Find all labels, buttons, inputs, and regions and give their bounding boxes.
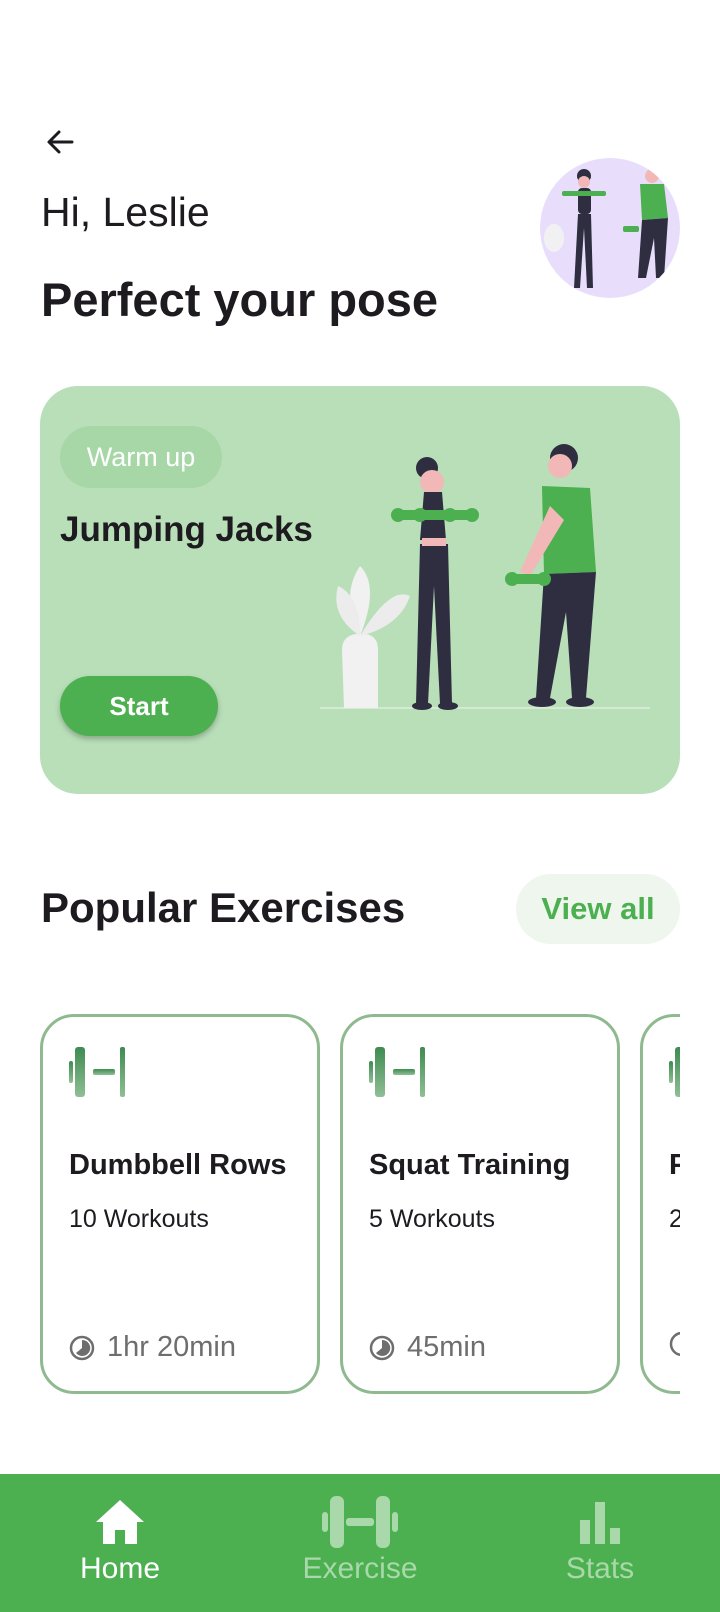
clock-icon — [69, 1335, 95, 1360]
popular-exercises-title: Popular Exercises — [41, 884, 406, 931]
exercise-card-squat-training[interactable]: Squat Training 5 Workouts 45min — [340, 1014, 620, 1394]
nav-item-stats[interactable]: Stats — [480, 1474, 720, 1612]
exercise-card-list[interactable]: Dumbbell Rows 10 Workouts 1hr 20min Squa… — [40, 1014, 680, 1396]
duration: 45min — [369, 1331, 486, 1364]
avatar-illustration — [544, 169, 668, 288]
exercise-name: Dumbbell Rows — [69, 1149, 287, 1181]
home-icon — [96, 1500, 144, 1544]
avatar[interactable] — [540, 158, 680, 298]
warmup-card[interactable]: Warm up Jumping Jacks Start — [40, 386, 680, 794]
bottom-navigation: Home Exercise Stats — [0, 1474, 720, 1612]
exercise-name: Squat Training — [369, 1149, 571, 1181]
clock-icon — [669, 1331, 680, 1357]
exercise-card-partial[interactable]: P 2 — [640, 1014, 680, 1394]
duration: 1hr 20min — [69, 1331, 236, 1364]
back-button[interactable] — [36, 118, 84, 166]
dumbbell-icon — [322, 1496, 398, 1548]
arrow-left-icon — [47, 130, 74, 154]
nav-label-exercise: Exercise — [302, 1552, 418, 1585]
dumbbell-icon — [669, 1047, 680, 1097]
duration — [669, 1331, 680, 1357]
exercise-name: P — [669, 1149, 680, 1181]
duration-text: 1hr 20min — [107, 1331, 236, 1363]
workout-illustration — [320, 444, 650, 710]
clock-icon — [369, 1335, 395, 1360]
warmup-chip: Warm up — [60, 426, 222, 488]
dumbbell-icon — [369, 1047, 425, 1097]
bar-chart-icon — [580, 1502, 620, 1544]
nav-label-home: Home — [79, 1552, 161, 1585]
nav-label-stats: Stats — [565, 1552, 635, 1585]
dumbbell-icon — [69, 1047, 125, 1097]
duration-text: 45min — [407, 1331, 486, 1363]
view-all-button[interactable]: View all — [516, 874, 680, 944]
workout-count: 10 Workouts — [69, 1205, 209, 1233]
start-button[interactable]: Start — [60, 676, 218, 736]
nav-item-home[interactable]: Home — [0, 1474, 240, 1612]
page-title: Perfect your pose — [41, 273, 439, 326]
greeting-text: Hi, Leslie — [41, 189, 210, 235]
nav-item-exercise[interactable]: Exercise — [240, 1474, 480, 1612]
workout-count: 5 Workouts — [369, 1205, 495, 1233]
workout-count: 2 — [669, 1205, 680, 1233]
warmup-exercise-title: Jumping Jacks — [60, 510, 313, 549]
exercise-card-dumbbell-rows[interactable]: Dumbbell Rows 10 Workouts 1hr 20min — [40, 1014, 320, 1394]
